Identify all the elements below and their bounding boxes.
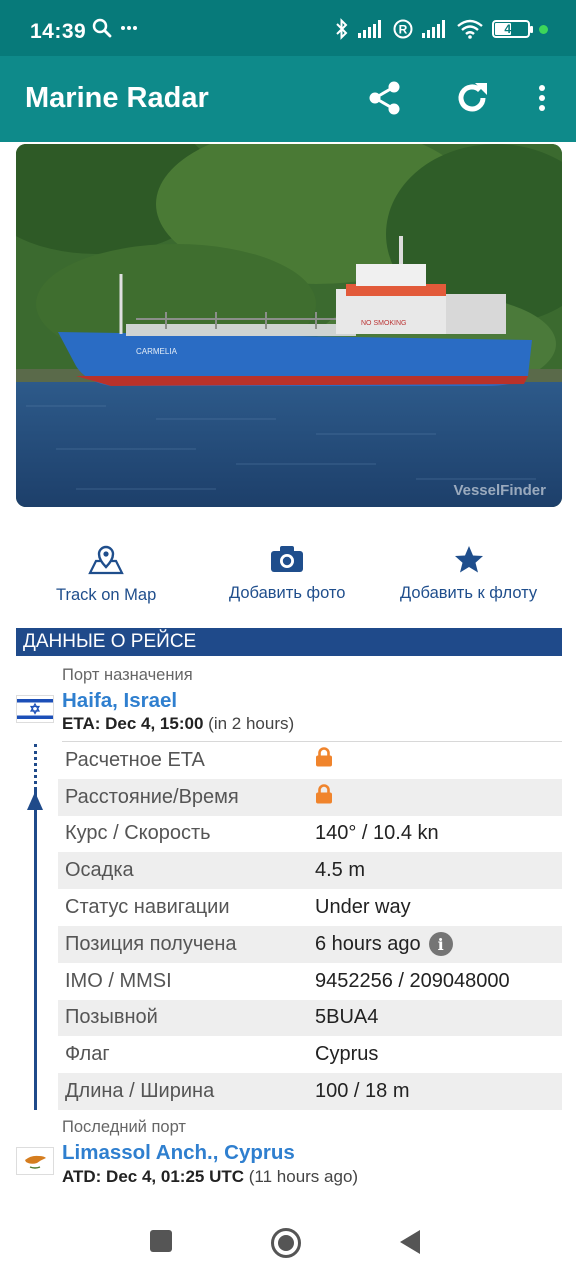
table-row: Расстояние/Время [58,778,562,816]
row-key: IMO / MMSI [65,969,172,992]
signal-icon [422,20,448,38]
lock-icon[interactable] [315,784,333,810]
table-row: IMO / MMSI 9452256 / 209048000 [58,963,562,1000]
table-row: Расчетное ETA [58,742,562,779]
row-value: Under way [315,896,411,919]
destination-port-link[interactable]: Haifa, Israel [62,689,177,713]
row-key: Статус навигации [65,896,230,919]
row-value[interactable] [315,747,333,773]
atd-relative: (11 hours ago) [248,1167,359,1186]
track-on-map-label: Track on Map [56,586,157,604]
row-key: Позиция получена [65,932,237,955]
last-port-link[interactable]: Limassol Anch., Cyprus [62,1141,295,1165]
track-on-map-button[interactable]: Track on Map [56,545,156,605]
battery-level: 49 [504,22,518,36]
row-value: 6 hours ago i [315,932,453,957]
home-button[interactable] [270,1227,302,1259]
photo-watermark: VesselFinder [453,482,546,499]
refresh-icon[interactable] [452,78,492,118]
table-row: Флаг Cyprus [58,1036,562,1073]
deck-sign-text: NO SMOKING [361,320,407,327]
signal-icon [358,20,384,38]
system-nav-bar [0,1205,576,1280]
row-value: 4.5 m [315,859,366,882]
position-received-value: 6 hours ago [315,932,421,955]
roaming-r-icon: R [393,19,413,39]
add-photo-label: Добавить фото [229,584,346,602]
table-row: Позывной 5BUA4 [58,999,562,1037]
israel-flag-icon [16,695,54,723]
atd-value: ATD: Dec 4, 01:25 UTC [62,1167,245,1186]
recents-button[interactable] [149,1229,173,1253]
map-pin-icon [88,545,124,580]
row-value: 140° / 10.4 kn [315,822,439,845]
table-row: Длина / Ширина 100 / 18 m [58,1073,562,1110]
battery-icon: 49 [492,20,533,38]
table-row: Позиция получена 6 hours ago i [58,925,562,963]
ship-name-text: CARMELIA [136,347,178,356]
voyage-section-header: ДАННЫЕ О РЕЙСЕ [16,628,562,656]
info-icon[interactable]: i [428,932,453,957]
row-value: 100 / 18 m [315,1080,410,1103]
table-row: Осадка 4.5 m [58,852,562,890]
lock-icon[interactable] [315,747,333,773]
status-time: 14:39 [30,20,87,43]
destination-eta: ETA: Dec 4, 15:00 (in 2 hours) [62,714,294,734]
row-value: 5BUA4 [315,1006,379,1029]
route-arrow-icon [27,792,43,810]
row-value: 9452256 / 209048000 [315,969,510,992]
row-value: Cyprus [315,1043,379,1066]
destination-label: Порт назначения [62,666,193,684]
last-port-atd: ATD: Dec 4, 01:25 UTC (11 hours ago) [62,1167,358,1187]
app-title: Marine Radar [25,82,209,114]
share-icon[interactable] [365,78,405,118]
bluetooth-icon [335,18,349,40]
table-row: Статус навигации Under way [58,889,562,926]
eta-value: ETA: Dec 4, 15:00 [62,714,204,733]
add-to-fleet-label: Добавить к флоту [400,584,538,602]
vessel-actions: Track on Map Добавить фото Добавить к фл… [0,545,576,605]
wifi-icon [457,19,483,39]
last-port-label: Последний порт [62,1118,186,1136]
status-bar: 14:39 R 49 [0,0,576,56]
row-key: Курс / Скорость [65,822,211,845]
green-dot [539,24,548,34]
voyage-data-table: Расчетное ETA Расстояние/Время Курс / Ск… [58,742,562,1110]
row-key: Позывной [65,1006,158,1029]
add-photo-button[interactable]: Добавить фото [229,545,345,603]
route-line [34,790,37,1110]
svg-text:R: R [399,23,408,37]
row-key: Длина / Ширина [65,1080,215,1103]
app-bar: Marine Radar [0,56,576,142]
row-key: Расстояние/Время [65,785,239,808]
row-key: Осадка [65,859,134,882]
row-key: Расчетное ETA [65,748,205,771]
route-dotted-line [34,744,37,790]
eta-relative: (in 2 hours) [208,714,295,733]
vessel-photo[interactable]: CARMELIA NO SMOKING VesselFinder [16,144,562,507]
overflow-menu-icon[interactable] [522,78,562,118]
more-dots-icon [120,25,138,31]
back-button[interactable] [398,1229,422,1255]
camera-icon [270,545,304,578]
row-key: Флаг [65,1043,110,1066]
cyprus-flag-icon [16,1147,54,1175]
add-to-fleet-button[interactable]: Добавить к флоту [400,545,537,603]
row-value[interactable] [315,784,333,810]
search-icon [92,18,112,38]
star-icon [454,545,484,578]
table-row: Курс / Скорость 140° / 10.4 kn [58,816,562,853]
